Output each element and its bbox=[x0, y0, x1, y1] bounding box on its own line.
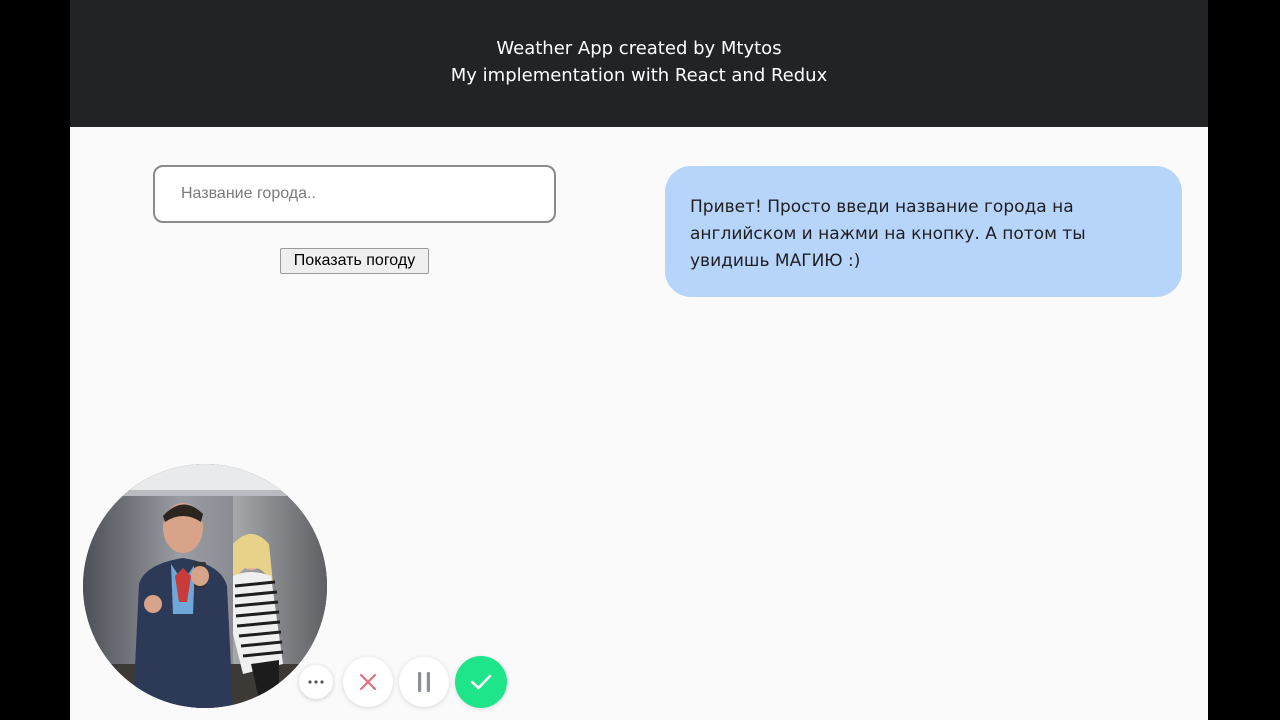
avatar-photo bbox=[83, 464, 327, 708]
more-options-button[interactable] bbox=[299, 665, 333, 699]
finish-recording-button[interactable] bbox=[455, 656, 507, 708]
close-icon bbox=[359, 673, 377, 691]
header-title: Weather App created by Mtytos bbox=[496, 38, 782, 59]
more-icon bbox=[308, 680, 324, 684]
cancel-recording-button[interactable] bbox=[343, 657, 393, 707]
pause-icon bbox=[418, 672, 430, 692]
header-subtitle: My implementation with React and Redux bbox=[450, 65, 828, 86]
greeting-message-bubble: Привет! Просто введи название города на … bbox=[665, 166, 1182, 297]
show-weather-button[interactable]: Показать погоду bbox=[280, 248, 429, 274]
app-container: Weather App created by Mtytos My impleme… bbox=[70, 0, 1208, 720]
video-avatar bbox=[83, 464, 327, 708]
pause-recording-button[interactable] bbox=[399, 657, 449, 707]
city-search-input[interactable] bbox=[153, 165, 556, 223]
check-icon bbox=[470, 674, 492, 690]
app-header: Weather App created by Mtytos My impleme… bbox=[70, 0, 1208, 127]
